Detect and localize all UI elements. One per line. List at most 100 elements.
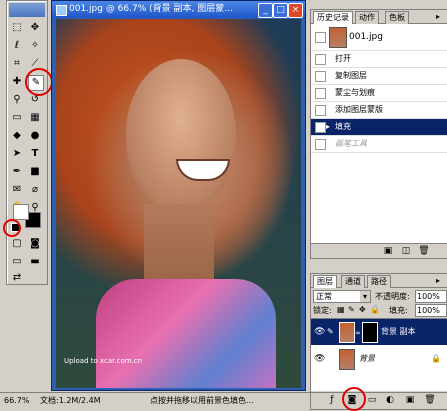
tab-history[interactable]: 历史记录 [313, 11, 353, 24]
history-source-checkbox[interactable] [315, 54, 326, 65]
screen-mode-icon[interactable]: ▭ [10, 255, 24, 269]
history-snapshot[interactable]: 001.jpg [311, 24, 447, 51]
zoom-level: 66.7% [4, 396, 30, 405]
history-footer: ▣ ◫ 🗑 [311, 243, 447, 258]
type-tool-icon[interactable]: T [28, 147, 42, 161]
layer-style-icon[interactable]: ƒ [325, 393, 339, 407]
snapshot-source-checkbox[interactable] [315, 32, 326, 43]
full-screen-icon[interactable]: ▬ [28, 255, 42, 269]
history-panel: 历史记录 动作 色板 ▸ 001.jpg 打开 复制图层 蒙尘与划痕 添加图层蒙… [310, 9, 447, 259]
history-source-checkbox[interactable] [315, 71, 326, 82]
brush-link-icon[interactable]: ✎ [327, 327, 334, 336]
document-title: 001.jpg @ 66.7% (背景 副本, 图层蒙... [69, 4, 233, 14]
move-tool-icon[interactable]: ✥ [28, 21, 42, 35]
layer-thumbnail [339, 322, 355, 343]
tab-layers[interactable]: 图层 [313, 275, 337, 288]
lasso-tool-icon[interactable]: ℓ [10, 39, 24, 53]
fill-input[interactable]: 100% [415, 304, 447, 317]
adjustment-layer-icon[interactable]: ◐ [383, 393, 397, 407]
layers-footer: ƒ ◙ ▭ ◐ ▣ 🗑 [311, 392, 447, 409]
crop-tool-icon[interactable]: ⌗ [10, 57, 24, 71]
tab-paths[interactable]: 路径 [367, 275, 391, 288]
status-hint: 点按并拖移以用前景色填色... [150, 396, 254, 405]
history-item-selected[interactable]: ▸ 填充 [311, 119, 447, 136]
blend-mode-value: 正常 [316, 292, 332, 301]
tool-palette: ⬚ ✥ ℓ ✧ ⌗ ⟋ ✚ ✎ ⚲ ↺ ▭ ▦ ◆ ● ➤ T ✒ ■ ✉ ⌀ … [6, 0, 48, 285]
eraser-tool-icon[interactable]: ▭ [10, 111, 24, 125]
tab-channels[interactable]: 通道 [341, 275, 365, 288]
maximize-button[interactable]: □ [273, 3, 288, 18]
history-item[interactable]: 添加图层蒙版 [311, 102, 447, 119]
history-source-checkbox[interactable] [315, 139, 326, 150]
quick-mask-icon[interactable]: ◙ [28, 237, 42, 251]
layer-name: 背景 副本 [381, 327, 416, 336]
chevron-down-icon[interactable]: ▾ [360, 291, 370, 302]
close-button[interactable]: × [288, 3, 303, 18]
history-item[interactable]: 复制图层 [311, 68, 447, 85]
palette-header [9, 3, 45, 17]
history-item[interactable]: 打开 [311, 51, 447, 68]
path-select-tool-icon[interactable]: ➤ [10, 147, 24, 161]
trash-icon[interactable]: 🗑 [423, 393, 437, 407]
panel-menu-icon[interactable]: ▸ [436, 12, 445, 21]
eye-icon[interactable]: 👁 [314, 327, 325, 337]
new-snapshot-icon[interactable]: ◫ [399, 244, 413, 258]
fill-label: 填充: [389, 306, 408, 315]
layers-list: 👁 ✎ ∞ 背景 副本 👁 背景 🔒 [311, 318, 447, 391]
history-source-checkbox[interactable] [315, 88, 326, 99]
lock-transparency-icon[interactable]: ▦ [337, 305, 345, 314]
minimize-button[interactable]: _ [258, 3, 273, 18]
lock-all-icon[interactable]: 🔒 [370, 305, 380, 314]
dress-shape [96, 279, 276, 388]
history-item[interactable]: 蒙尘与划痕 [311, 85, 447, 102]
opacity-value: 100% [417, 292, 440, 301]
new-layer-icon[interactable]: ▣ [403, 393, 417, 407]
new-document-icon[interactable]: ▣ [381, 244, 395, 258]
blend-mode-select[interactable]: 正常 ▾ [313, 290, 371, 303]
marquee-tool-icon[interactable]: ⬚ [10, 21, 24, 35]
tab-swatches[interactable]: 色板 [385, 11, 409, 24]
history-item-label: 填充 [335, 122, 351, 131]
gradient-tool-icon[interactable]: ▦ [28, 111, 42, 125]
eye-icon[interactable]: 👁 [314, 354, 325, 364]
history-item-label: 添加图层蒙版 [335, 105, 383, 114]
document-size: 文档:1.2M/2.4M [40, 396, 101, 405]
foreground-color-swatch[interactable] [13, 204, 29, 220]
opacity-label: 不透明度: [375, 292, 410, 301]
document-title-bar[interactable]: 001.jpg @ 66.7% (背景 副本, 图层蒙... _ □ × [52, 1, 305, 18]
magic-wand-tool-icon[interactable]: ✧ [28, 39, 42, 53]
snapshot-label: 001.jpg [349, 32, 383, 42]
canvas-photo[interactable]: Upload to xcar.com.cn [56, 19, 301, 388]
panel-menu-icon[interactable]: ▸ [436, 276, 445, 285]
lock-image-icon[interactable]: ✎ [348, 305, 355, 314]
layer-row[interactable]: 👁 背景 🔒 [311, 346, 447, 372]
clone-stamp-tool-icon[interactable]: ⚲ [10, 93, 24, 107]
history-item-undone[interactable]: 画笔工具 [311, 136, 447, 153]
neck-shape [144, 204, 214, 284]
highlight-brush-tool [25, 68, 53, 96]
chain-icon[interactable]: ∞ [355, 329, 361, 337]
standard-mode-icon[interactable]: ▢ [10, 237, 24, 251]
lock-label: 锁定: [313, 306, 332, 315]
history-item-label: 画笔工具 [335, 139, 367, 148]
document-window: 001.jpg @ 66.7% (背景 副本, 图层蒙... _ □ × Upl… [51, 0, 306, 391]
imageready-icon[interactable]: ⇄ [10, 271, 24, 285]
shape-tool-icon[interactable]: ■ [28, 165, 42, 179]
history-source-checkbox[interactable] [315, 105, 326, 116]
layer-set-icon[interactable]: ▭ [365, 393, 379, 407]
opacity-input[interactable]: 100% [415, 290, 447, 303]
history-item-label: 打开 [335, 54, 351, 63]
notes-tool-icon[interactable]: ✉ [10, 183, 24, 197]
dodge-tool-icon[interactable]: ● [28, 129, 42, 143]
trash-icon[interactable]: 🗑 [417, 244, 431, 258]
pen-tool-icon[interactable]: ✒ [10, 165, 24, 179]
blur-tool-icon[interactable]: ◆ [10, 129, 24, 143]
layer-row-selected[interactable]: 👁 ✎ ∞ 背景 副本 [311, 319, 447, 345]
layer-thumbnail [339, 349, 355, 370]
tab-actions[interactable]: 动作 [355, 11, 379, 24]
healing-brush-tool-icon[interactable]: ✚ [10, 75, 24, 89]
lock-position-icon[interactable]: ✥ [359, 305, 366, 314]
eyedropper-tool-icon[interactable]: ⌀ [28, 183, 42, 197]
history-source-checkbox[interactable] [315, 122, 326, 133]
layer-name: 背景 [359, 354, 375, 363]
